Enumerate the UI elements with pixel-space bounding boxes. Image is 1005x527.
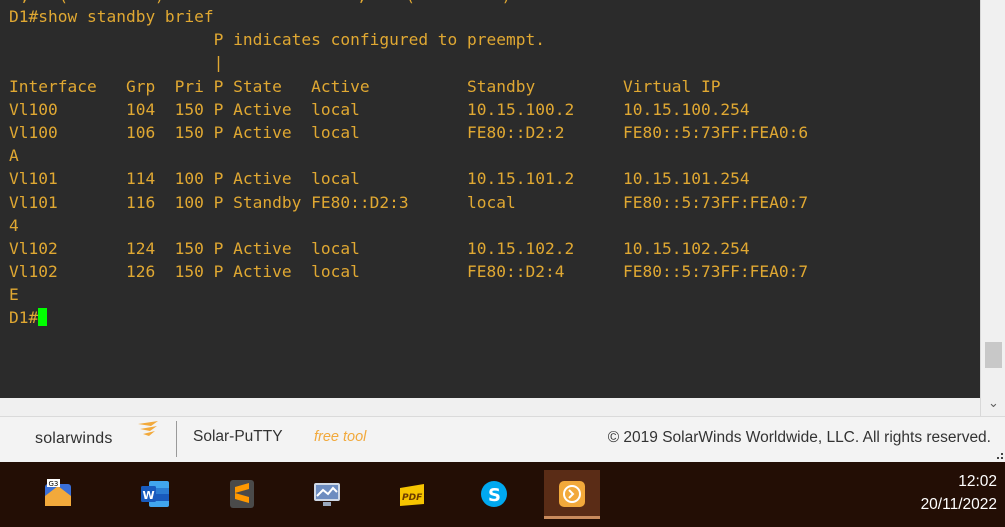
app-tag: free tool [314,429,367,445]
svg-text:S: S [488,485,501,506]
scroll-down-arrow-icon[interactable]: ⌄ [981,392,1005,414]
terminal-prompt-line[interactable]: D1# [9,306,808,329]
terminal-line: Vl100 104 150 P Active local 10.15.100.2… [9,99,750,119]
pdf-reader-icon: PDF [400,484,424,506]
network-app-icon [314,483,340,506]
terminal-line: | [9,53,224,73]
word-icon: W [141,481,169,507]
terminal-prompt: D1# [9,308,39,328]
terminal-line: P indicates configured to preempt. [9,30,546,50]
scrollbar-thumb[interactable] [985,342,1002,368]
gns3-icon: G3 [45,479,71,506]
taskbar-item-word[interactable]: W [127,470,183,519]
terminal-line: Vl101 114 100 P Active local 10.15.101.2… [9,169,750,189]
taskbar-item-skype[interactable]: S [466,470,522,519]
taskbar-clock[interactable]: 12:02 20/11/2022 [921,473,997,514]
taskbar-item-solar-putty[interactable] [544,470,600,519]
resize-grip-icon[interactable] [996,452,1004,460]
terminal-output: D1#show standby brief P indicates config… [9,0,808,330]
terminal-line: Vl101 116 100 P Standby FE80::D2:3 local… [9,192,809,212]
sublime-text-icon [230,480,254,508]
copyright-text: © 2019 SolarWinds Worldwide, LLC. All ri… [607,429,991,446]
solarwinds-logo: solarwinds [35,430,113,447]
taskbar-item-sublime[interactable] [214,470,270,519]
skype-icon: S [481,481,507,507]
clock-date: 20/11/2022 [920,496,997,513]
solarwinds-logo-icon [138,421,158,436]
terminal-cursor [38,308,48,327]
vertical-scrollbar[interactable]: ⌄ [980,0,1005,416]
clock-time: 12:02 [958,473,997,490]
terminal-line: Interface Grp Pri P State Active Standby… [9,76,721,96]
terminal-window[interactable]: , ( ) , ( ) D1#show standby brief P indi… [0,0,980,398]
svg-text:G3: G3 [49,480,59,488]
terminal-line: Vl102 124 150 P Active local 10.15.102.2… [9,238,750,258]
solar-putty-icon [559,481,585,507]
terminal-line: A [9,146,19,166]
app-name: Solar-PuTTY [193,428,283,445]
terminal-bottom-gap [0,398,980,416]
footer-divider [176,421,177,457]
taskbar-item-gns3[interactable]: G3 [30,470,86,519]
terminal-line: D1#show standby brief [9,7,214,26]
terminal-line: 4 [9,215,19,235]
solar-putty-footer: solarwinds Solar-PuTTY free tool © 2019 … [0,416,1005,463]
terminal-line: Vl102 126 150 P Active local FE80::D2:4 … [9,262,809,282]
taskbar-item-network-app[interactable] [299,470,355,519]
terminal-line: E [9,285,19,305]
svg-text:PDF: PDF [402,493,423,503]
taskbar-item-pdf[interactable]: PDF [384,470,440,519]
svg-text:W: W [143,489,155,502]
terminal-line: Vl100 106 150 P Active local FE80::D2:2 … [9,122,809,142]
windows-taskbar: G3 W PDF S 12:02 20/11/2022 [0,462,1005,527]
